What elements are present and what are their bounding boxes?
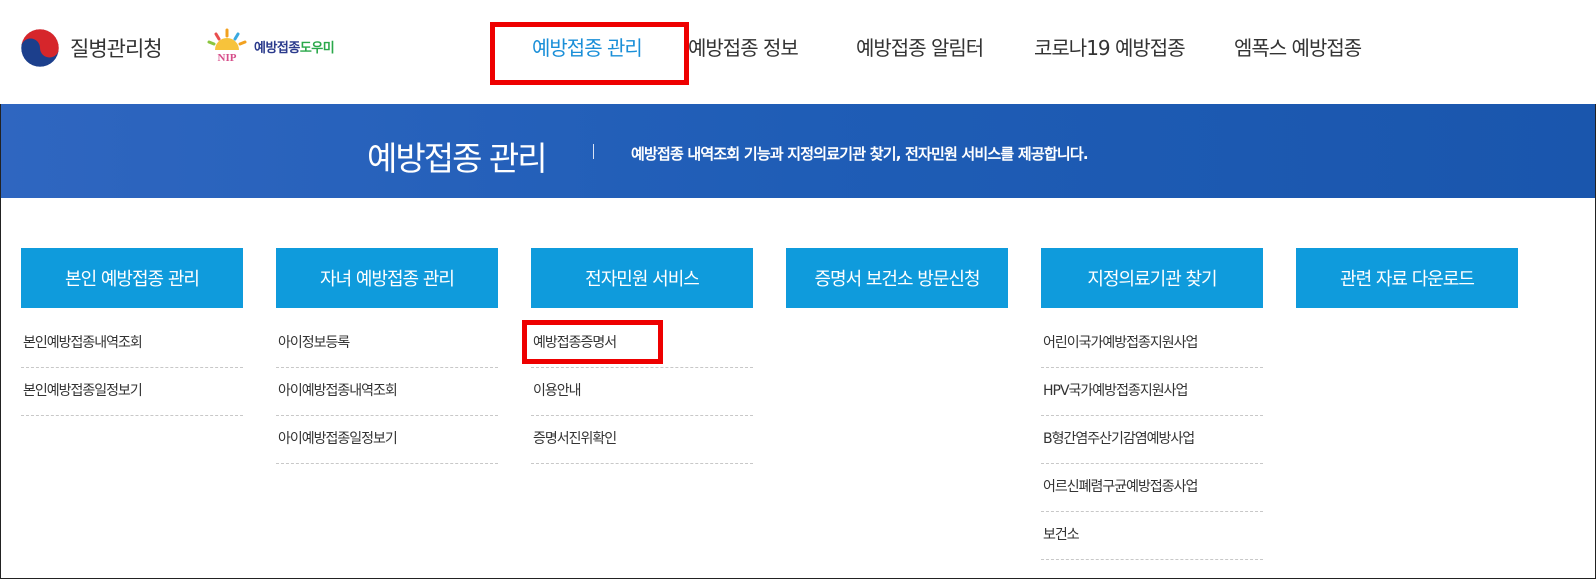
menu-column-child-vaccination: 자녀 예방접종 관리 아이정보등록 아이예방접종내역조회 아이예방접종일정보기 xyxy=(276,248,498,464)
nip-logo-text: 예방접종도우미 xyxy=(254,37,335,56)
kdca-logo-text: 질병관리청 xyxy=(70,37,163,61)
nip-logo-text-main: 예방접종 xyxy=(254,40,300,56)
menu-header-designated-clinic[interactable]: 지정의료기관 찾기 xyxy=(1041,248,1263,308)
nip-sun-icon: NIP xyxy=(207,28,247,64)
nav-item-vaccination-info[interactable]: 예방접종 정보 xyxy=(688,32,799,61)
link-child-info-register[interactable]: 아이정보등록 xyxy=(276,320,498,368)
menu-column-self-vaccination: 본인 예방접종 관리 본인예방접종내역조회 본인예방접종일정보기 xyxy=(21,248,243,416)
site-header: 질병관리청 NIP 예방접종도우미 예방접종 관리 예방접종 정보 예방접종 알… xyxy=(0,0,1596,104)
nip-badge: NIP xyxy=(218,52,237,64)
certificate-highlight-box xyxy=(522,320,663,364)
menu-column-designated-clinic: 지정의료기관 찾기 어린이국가예방접종지원사업 HPV국가예방접종지원사업 B형… xyxy=(1041,248,1263,560)
link-child-vaccination-history[interactable]: 아이예방접종내역조회 xyxy=(276,368,498,416)
link-self-vaccination-history[interactable]: 본인예방접종내역조회 xyxy=(21,320,243,368)
menu-header-health-center-request[interactable]: 증명서 보건소 방문신청 xyxy=(786,248,1008,308)
link-usage-guide[interactable]: 이용안내 xyxy=(531,368,753,416)
menu-header-e-civil-service[interactable]: 전자민원 서비스 xyxy=(531,248,753,308)
link-health-center[interactable]: 보건소 xyxy=(1041,512,1263,560)
link-hepatitis-b-prevention[interactable]: B형간염주산기감염예방사업 xyxy=(1041,416,1263,464)
banner-description: 예방접종 내역조회 기능과 지정의료기관 찾기, 전자민원 서비스를 제공합니다… xyxy=(631,145,1089,163)
nip-logo-text-accent: 도우미 xyxy=(299,40,335,56)
nav-item-covid19-vaccination[interactable]: 코로나19 예방접종 xyxy=(1034,32,1186,61)
link-child-national-vaccination[interactable]: 어린이국가예방접종지원사업 xyxy=(1041,320,1263,368)
menu-links: 본인예방접종내역조회 본인예방접종일정보기 xyxy=(21,320,243,416)
link-child-vaccination-schedule[interactable]: 아이예방접종일정보기 xyxy=(276,416,498,464)
link-self-vaccination-schedule[interactable]: 본인예방접종일정보기 xyxy=(21,368,243,416)
nav-item-vaccination-notice[interactable]: 예방접종 알림터 xyxy=(856,32,984,61)
menu-column-downloads: 관련 자료 다운로드 xyxy=(1296,248,1518,308)
kdca-logo[interactable]: 질병관리청 xyxy=(20,28,163,68)
menu-header-child-vaccination[interactable]: 자녀 예방접종 관리 xyxy=(276,248,498,308)
banner-divider xyxy=(593,144,594,159)
nip-logo[interactable]: NIP 예방접종도우미 xyxy=(204,26,335,66)
menu-links: 아이정보등록 아이예방접종내역조회 아이예방접종일정보기 xyxy=(276,320,498,464)
link-elderly-pneumococcal[interactable]: 어르신폐렴구균예방접종사업 xyxy=(1041,464,1263,512)
link-hpv-national-vaccination[interactable]: HPV국가예방접종지원사업 xyxy=(1041,368,1263,416)
menu-links: 어린이국가예방접종지원사업 HPV국가예방접종지원사업 B형간염주산기감염예방사… xyxy=(1041,320,1263,560)
nav-item-mpox-vaccination[interactable]: 엠폭스 예방접종 xyxy=(1234,32,1362,61)
link-certificate-verification[interactable]: 증명서진위확인 xyxy=(531,416,753,464)
banner-title: 예방접종 관리 xyxy=(367,139,548,178)
nav-highlight-box xyxy=(490,22,689,85)
page-banner: 예방접종 관리 예방접종 내역조회 기능과 지정의료기관 찾기, 전자민원 서비… xyxy=(1,104,1595,198)
kdca-taegeuk-icon xyxy=(20,28,60,68)
menu-header-self-vaccination[interactable]: 본인 예방접종 관리 xyxy=(21,248,243,308)
menu-header-downloads[interactable]: 관련 자료 다운로드 xyxy=(1296,248,1518,308)
menu-column-health-center-request: 증명서 보건소 방문신청 xyxy=(786,248,1008,308)
